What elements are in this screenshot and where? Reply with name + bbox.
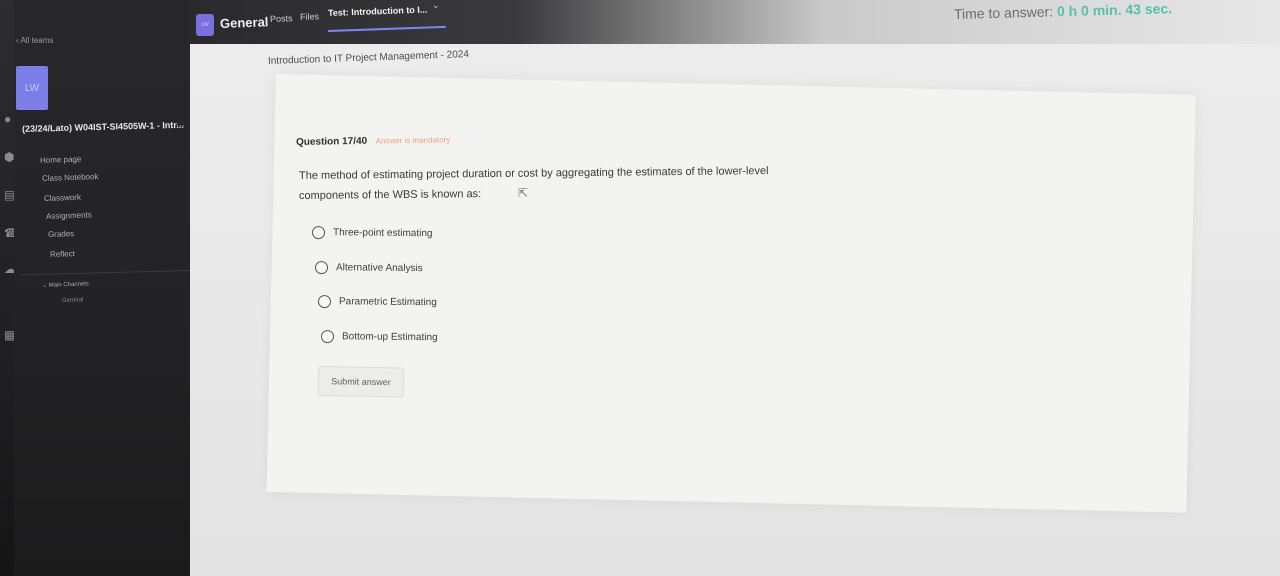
radio-button[interactable] (314, 261, 329, 275)
question-text-line2: components of the WBS is known as: (298, 188, 482, 202)
chevron-down-icon[interactable]: ⌄ (432, 0, 440, 11)
option-parametric[interactable]: Parametric Estimating (317, 295, 437, 309)
radio-button[interactable] (317, 295, 332, 309)
more-options-button[interactable]: ··· (176, 120, 185, 130)
radio-button[interactable] (320, 330, 335, 344)
team-avatar: LW (16, 66, 48, 110)
channel-general[interactable]: General (62, 297, 84, 304)
timer-value: 0 h 0 min. 43 sec. (1056, 0, 1173, 20)
option-alternative-analysis[interactable]: Alternative Analysis (314, 261, 423, 275)
radio-button[interactable] (311, 226, 326, 240)
channel-name: General (219, 14, 269, 31)
option-label: Alternative Analysis (335, 262, 423, 275)
question-header: Question 17/40 Answer is mandatory (296, 129, 451, 150)
nav-assignments[interactable]: Assignments (46, 210, 92, 221)
timer-label: Time to answer: (953, 3, 1054, 22)
nav-grades[interactable]: Grades (48, 229, 75, 239)
nav-home-page[interactable]: Home page (40, 155, 82, 165)
nav-classwork[interactable]: Classwork (44, 193, 81, 203)
channel-icon: LW (196, 14, 214, 36)
submit-answer-button[interactable]: Submit answer (317, 366, 405, 398)
option-label: Parametric Estimating (338, 296, 437, 309)
all-teams-label: All teams (20, 36, 54, 45)
mouse-cursor-icon: ⇱ (518, 186, 529, 200)
option-bottom-up[interactable]: Bottom-up Estimating (320, 330, 438, 344)
option-label: Three-point estimating (332, 227, 433, 240)
tab-posts[interactable]: Posts (270, 13, 293, 24)
mandatory-label: Answer is mandatory (375, 135, 451, 146)
question-number: Question 17/40 (295, 135, 368, 148)
tab-files[interactable]: Files (300, 11, 319, 22)
option-label: Bottom-up Estimating (341, 331, 438, 344)
nav-reflect[interactable]: Reflect (50, 249, 75, 259)
all-teams-link[interactable]: ‹ All teams (16, 36, 53, 45)
option-three-point[interactable]: Three-point estimating (311, 226, 433, 240)
